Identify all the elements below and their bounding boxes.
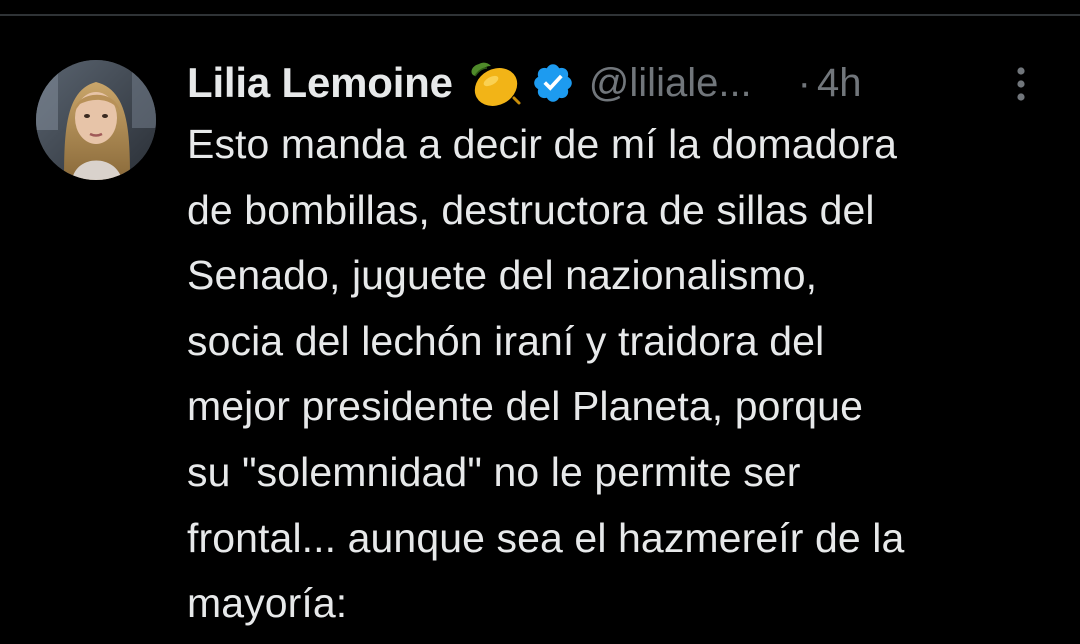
tweet-text: Esto manda a decir de mí la domadora de … (187, 121, 905, 627)
author-handle[interactable]: @liliale... (589, 61, 752, 106)
display-name[interactable]: Lilia Lemoine (187, 59, 453, 107)
separator-dot: · (797, 60, 811, 105)
tweet-header: Lilia Lemoine @liliale... · 4h (187, 54, 1057, 112)
lemon-emoji-icon (465, 56, 523, 110)
tweet[interactable]: Lilia Lemoine @liliale... · 4h Esto mand… (0, 16, 1080, 644)
timestamp[interactable]: 4h (817, 61, 862, 106)
more-vertical-icon[interactable] (1003, 62, 1039, 106)
avatar[interactable] (36, 60, 156, 180)
verified-badge-icon[interactable] (531, 61, 575, 105)
avatar-photo (36, 60, 156, 180)
